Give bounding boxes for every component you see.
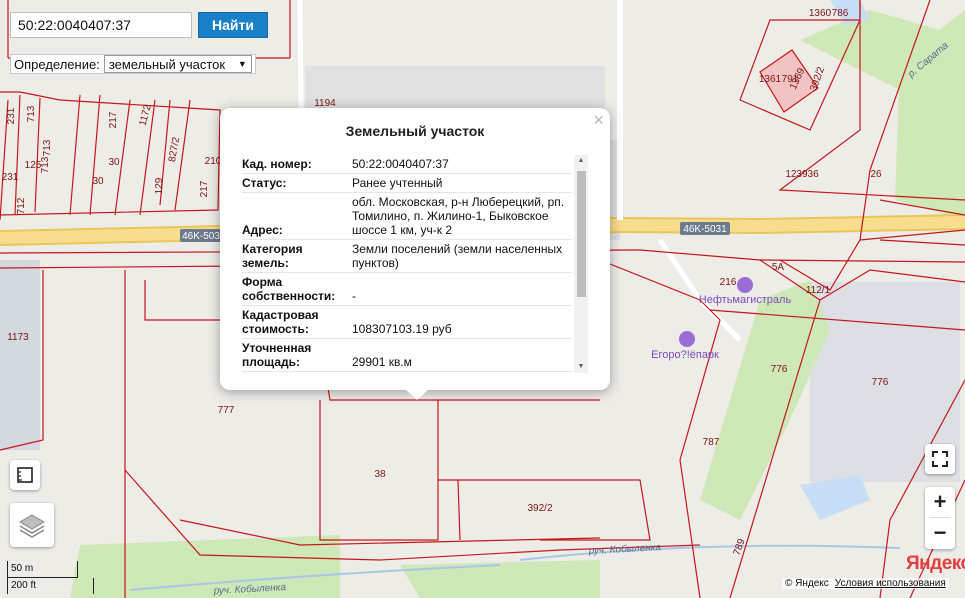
search-button[interactable]: Найти <box>198 12 268 38</box>
plot-number-label[interactable]: 1173 <box>7 332 29 343</box>
plot-number-label[interactable]: 791 <box>782 74 799 85</box>
fullscreen-button[interactable] <box>925 444 955 474</box>
property-key: Кад. номер: <box>242 155 352 174</box>
road-shield-label-1: 46K-503 <box>182 231 220 242</box>
property-row: Форма собственности: - <box>242 272 572 306</box>
scroll-up-icon[interactable]: ▲ <box>574 155 588 167</box>
plot-number-label[interactable]: 777 <box>218 405 235 416</box>
plot-number-label[interactable]: 1360 <box>809 8 832 19</box>
plot-number-label[interactable]: 216 <box>720 277 737 288</box>
plot-number-label[interactable]: 231 <box>6 107 17 124</box>
property-row: Кадастровая стоимость: 108307103.19 руб <box>242 305 572 339</box>
plot-number-label[interactable]: 713 <box>26 105 37 122</box>
scale-imperial: 200 ft <box>7 578 94 594</box>
property-value: 108307103.19 руб <box>352 305 572 339</box>
layers-icon <box>19 514 45 538</box>
attribution: © Яндекс Условия использования <box>782 578 949 589</box>
plot-number-label[interactable]: 112/1 <box>806 285 831 296</box>
scroll-down-icon[interactable]: ▼ <box>574 361 588 373</box>
cadastral-search-input[interactable] <box>11 13 191 37</box>
property-key: Категория земель: <box>242 239 352 273</box>
chevron-down-icon: ▼ <box>237 59 247 69</box>
parcel-info-popup: × Земельный участок Кад. номер: 50:22:004… <box>220 108 610 400</box>
parcel-properties-table: Кад. номер: 50:22:0040407:37 Статус: Ранее … <box>242 155 572 372</box>
plot-number-label[interactable]: 787 <box>703 437 720 448</box>
plot-number-label[interactable]: 712 <box>16 197 27 214</box>
property-key: Форма собственности: <box>242 272 352 306</box>
property-row: Уточненная площадь: 29901 кв.м <box>242 338 572 372</box>
property-key: Адрес: <box>242 192 352 240</box>
map-scale: 50 m 200 ft <box>7 561 94 594</box>
yandex-logo[interactable]: Яндекс <box>906 553 965 575</box>
property-row: Кад. номер: 50:22:0040407:37 <box>242 155 572 174</box>
zoom-out-button[interactable]: − <box>925 518 955 548</box>
cadastral-search-field[interactable] <box>10 12 192 38</box>
plot-number-label[interactable]: 776 <box>771 364 788 375</box>
plot-number-label[interactable]: 5А <box>772 262 785 273</box>
plot-number-label[interactable]: 217 <box>108 111 119 128</box>
property-row: Адрес: обл. Московская, р-н Люберецкий, р… <box>242 192 572 240</box>
plot-number-label[interactable]: 392/2 <box>527 503 552 514</box>
property-value: 50:22:0040407:37 <box>352 155 572 174</box>
poi-neftmagistral-label[interactable]: Нефтьмагистраль <box>699 294 792 306</box>
definition-dropdown[interactable]: земельный участок ▼ <box>103 55 252 73</box>
popup-scrollbar[interactable]: ▲ ▼ <box>574 155 588 373</box>
ruler-icon <box>17 467 33 483</box>
layers-button[interactable] <box>10 503 54 547</box>
plot-number-label[interactable]: 786 <box>832 8 849 19</box>
plot-number-label[interactable]: 713 <box>42 139 53 156</box>
copyright-text: © Яндекс <box>785 578 829 589</box>
property-key: Кадастровая стоимость: <box>242 305 352 339</box>
plot-number-label[interactable]: 26 <box>870 169 882 180</box>
plot-number-label[interactable]: 30 <box>108 157 120 168</box>
plot-number-label[interactable]: 776 <box>872 377 889 388</box>
property-value: Ранее учтенный <box>352 173 572 193</box>
fuel-station-icon[interactable] <box>737 277 753 293</box>
definition-selector: Определение: земельный участок ▼ <box>10 54 256 74</box>
plot-number-label[interactable]: 129 <box>154 177 165 194</box>
definition-label: Определение: <box>14 56 100 72</box>
plot-number-label[interactable]: 38 <box>374 469 386 480</box>
scale-metric: 50 m <box>7 561 78 578</box>
road-shield-label-2: 46K-5031 <box>683 224 727 235</box>
definition-selected-value: земельный участок <box>108 56 226 72</box>
property-row: Статус: Ранее учтенный <box>242 173 572 193</box>
property-key: Статус: <box>242 173 352 193</box>
popup-body[interactable]: Кад. номер: 50:22:0040407:37 Статус: Ранее … <box>242 155 588 373</box>
plot-number-label[interactable]: 30 <box>92 176 104 187</box>
plot-number-label[interactable]: 713 <box>40 156 51 173</box>
property-key: Уточненная площадь: <box>242 338 352 372</box>
scrollbar-thumb[interactable] <box>577 171 586 297</box>
property-value: обл. Московская, р-н Люберецкий, рп. Том… <box>352 192 572 240</box>
shop-icon[interactable] <box>679 331 695 347</box>
plot-number-label[interactable]: 123936 <box>785 169 819 180</box>
plot-number-label[interactable]: 1361 <box>759 74 782 85</box>
fullscreen-icon <box>932 451 948 467</box>
property-row: Категория земель: Земли поселений (земли … <box>242 239 572 273</box>
plot-number-label[interactable]: 125 <box>25 160 42 171</box>
plot-number-label[interactable]: 231 <box>2 172 19 183</box>
zoom-control: + − <box>925 487 955 549</box>
popup-pointer <box>405 389 429 400</box>
ruler-button[interactable] <box>10 460 40 490</box>
plot-number-label[interactable]: 217 <box>199 180 210 197</box>
terms-link[interactable]: Условия использования <box>835 578 946 589</box>
property-value: Земли поселений (земли населенных пункто… <box>352 239 572 273</box>
property-value: 29901 кв.м <box>352 338 572 372</box>
zoom-in-button[interactable]: + <box>925 487 955 517</box>
poi-park-label[interactable]: Егоро?!ёпарк <box>651 349 719 361</box>
property-value: - <box>352 272 572 306</box>
popup-title: Земельный участок <box>345 123 485 139</box>
